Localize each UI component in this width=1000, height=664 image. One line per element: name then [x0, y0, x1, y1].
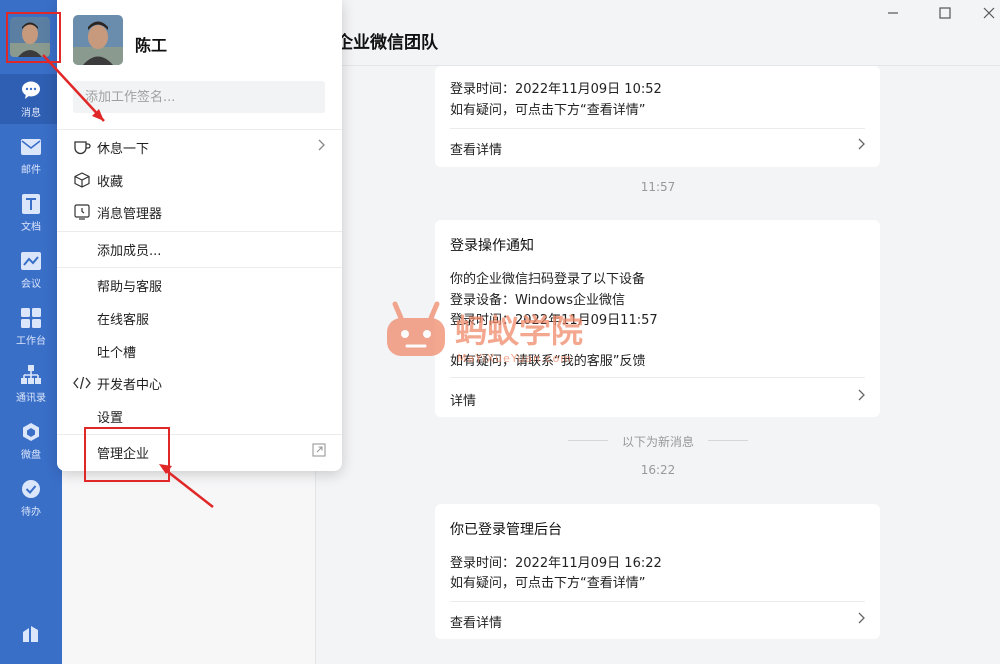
- nav-item-drive[interactable]: 微盘: [0, 416, 62, 466]
- coffee-cup-icon: [73, 138, 91, 156]
- nav-label: 通讯录: [16, 393, 46, 404]
- nav-item-more[interactable]: [0, 612, 62, 656]
- card-text: 如有疑问，可点击下方“查看详情”: [450, 103, 646, 118]
- nav-label: 消息: [21, 108, 41, 119]
- card-divider: [450, 128, 865, 129]
- nav-item-workbench[interactable]: 工作台: [0, 302, 62, 352]
- menu-label: 消息管理器: [97, 206, 163, 222]
- menu-item-help[interactable]: 帮助与客服: [57, 270, 342, 300]
- nav-label: 工作台: [16, 336, 46, 347]
- apps-icon: [20, 623, 42, 645]
- nav-item-meeting[interactable]: 会议: [0, 245, 62, 295]
- menu-item-add-member[interactable]: 添加成员...: [57, 234, 342, 264]
- menu-item-favorites[interactable]: 收藏: [57, 165, 342, 195]
- chevron-right-icon: [318, 139, 326, 155]
- nav-item-contacts[interactable]: 通讯录: [0, 359, 62, 409]
- menu-item-rest[interactable]: 休息一下: [57, 132, 342, 162]
- workbench-grid-icon: [20, 307, 42, 329]
- menu-divider: [57, 231, 342, 232]
- menu-divider: [57, 267, 342, 268]
- menu-label: 收藏: [97, 174, 124, 190]
- menu-item-message-manager[interactable]: 消息管理器: [57, 197, 342, 227]
- menu-item-online-service[interactable]: 在线客服: [57, 303, 342, 333]
- chat-bubble-icon: [20, 79, 42, 101]
- external-link-icon: [312, 443, 326, 461]
- left-nav-bar: 消息 邮件 文档 会议 工作台 通讯录 微盘 待办: [0, 0, 62, 664]
- menu-label: 在线客服: [97, 312, 150, 328]
- card-title: 登录操作通知: [450, 238, 534, 254]
- mail-icon: [20, 136, 42, 158]
- chevron-right-icon: [858, 389, 866, 405]
- popup-avatar[interactable]: [73, 15, 123, 65]
- close-icon[interactable]: [978, 2, 1000, 24]
- annotation-box-manage: [84, 427, 170, 482]
- maximize-icon[interactable]: [934, 2, 956, 24]
- card-text: 你的企业微信扫码登录了以下设备: [450, 272, 646, 287]
- card-text: 登录时间：2022年11月09日 10:52: [450, 82, 662, 97]
- card-divider: [450, 601, 865, 602]
- nav-item-todo[interactable]: 待办: [0, 473, 62, 523]
- org-chart-icon: [20, 364, 42, 386]
- watermark-subtext: MaYiXueYuan.com: [457, 352, 572, 365]
- chat-title: 企业微信团队: [336, 33, 438, 53]
- menu-label: 设置: [97, 410, 124, 426]
- view-details-link[interactable]: 查看详情: [450, 139, 502, 158]
- minimize-icon[interactable]: [882, 2, 904, 24]
- clock-screen-icon: [73, 203, 91, 221]
- nav-label: 待办: [21, 507, 41, 518]
- profile-name: 陈工: [135, 36, 168, 55]
- watermark-logo: 蚂蚁学院 MaYiXueYuan.com: [385, 300, 665, 370]
- message-card: 登录时间：2022年11月09日 10:52 如有疑问，可点击下方“查看详情” …: [435, 66, 880, 167]
- nav-item-mail[interactable]: 邮件: [0, 131, 62, 181]
- chat-header: 企业微信团队: [316, 0, 1000, 66]
- nav-item-docs[interactable]: 文档: [0, 188, 62, 238]
- message-timestamp: 16:22: [640, 463, 676, 477]
- nav-label: 会议: [21, 279, 41, 290]
- meeting-icon: [20, 250, 42, 272]
- nav-label: 邮件: [21, 165, 41, 176]
- chevron-right-icon: [858, 612, 866, 628]
- menu-label: 开发者中心: [97, 377, 163, 393]
- nav-label: 文档: [21, 222, 41, 233]
- menu-label: 帮助与客服: [97, 279, 163, 295]
- nav-item-messages[interactable]: 消息: [0, 74, 62, 124]
- chevron-right-icon: [858, 138, 866, 154]
- cube-icon: [73, 171, 91, 189]
- details-link[interactable]: 详情: [450, 390, 476, 409]
- view-details-link[interactable]: 查看详情: [450, 612, 502, 631]
- watermark-text: 蚂蚁学院: [455, 312, 583, 350]
- menu-label: 吐个槽: [97, 345, 137, 361]
- nav-label: 微盘: [21, 450, 41, 461]
- card-text: 登录时间：2022年11月09日 16:22: [450, 556, 662, 571]
- message-timestamp: 11:57: [640, 180, 676, 194]
- cloud-drive-icon: [20, 421, 42, 443]
- menu-label: 添加成员...: [97, 243, 162, 259]
- menu-item-feedback[interactable]: 吐个槽: [57, 336, 342, 366]
- menu-divider: [57, 129, 342, 130]
- signature-input[interactable]: [73, 81, 325, 113]
- document-icon: [20, 193, 42, 215]
- menu-label: 休息一下: [97, 141, 150, 157]
- menu-item-developer-center[interactable]: 开发者中心: [57, 368, 342, 398]
- card-divider: [450, 377, 865, 378]
- new-messages-divider: 以下为新消息: [568, 433, 748, 449]
- todo-check-icon: [20, 478, 42, 500]
- annotation-box-avatar: [6, 12, 61, 63]
- card-title: 你已登录管理后台: [450, 522, 562, 538]
- profile-popup-menu: 陈工 休息一下 收藏 消息管理器 添加成员... 帮助与客服 在线客服 吐个槽: [57, 0, 342, 471]
- code-brackets-icon: [73, 374, 91, 392]
- message-card: 你已登录管理后台 登录时间：2022年11月09日 16:22 如有疑问，可点击…: [435, 504, 880, 639]
- card-text: 如有疑问，可点击下方“查看详情”: [450, 576, 646, 591]
